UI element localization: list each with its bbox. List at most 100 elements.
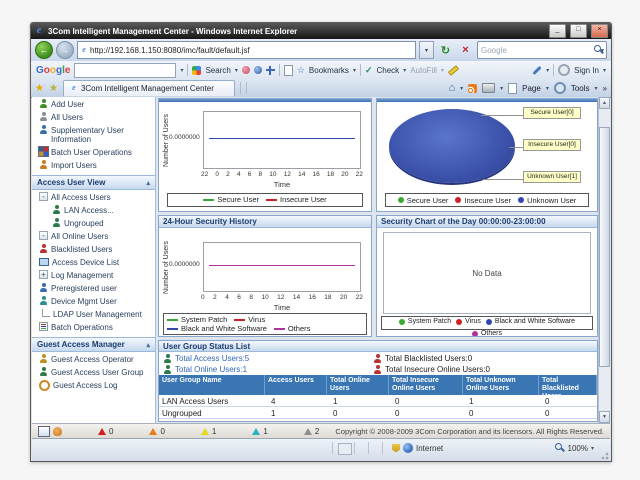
address-dropdown-button[interactable]: ▾ — [419, 41, 434, 59]
sidebar-item-lan-access[interactable]: LAN Access... — [32, 203, 155, 216]
minimize-button[interactable]: _ — [549, 24, 566, 38]
stat-total-access-users[interactable]: Total Access Users:5 — [163, 353, 373, 364]
search-box[interactable]: ▾ — [477, 41, 607, 59]
toolbar-round-icon[interactable] — [242, 66, 250, 74]
toolbar-settings-wrench-icon[interactable] — [532, 65, 541, 74]
tree-minus-icon[interactable] — [39, 231, 48, 240]
address-field[interactable]: e — [77, 41, 416, 59]
toolbar-globe-icon[interactable] — [254, 66, 262, 74]
table-cell: 0 — [463, 407, 539, 419]
tree-plus-icon[interactable] — [39, 270, 48, 279]
google-search-history-caret-icon[interactable]: ▾ — [180, 67, 183, 74]
alarm-minor[interactable]: 1 — [201, 427, 216, 436]
chevron-up-icon[interactable]: ▴ — [146, 179, 150, 187]
table-cell: 0 — [539, 395, 597, 407]
sidebar-item-all-access-users[interactable]: All Access Users — [32, 190, 155, 203]
section-header-guest-access-manager[interactable]: Guest Access Manager ▴ — [32, 337, 155, 352]
autofill-button[interactable]: AutoFill — [410, 66, 437, 75]
alarm-info[interactable]: 2 — [304, 427, 319, 436]
sidebar-item-log-management[interactable]: Log Management — [32, 268, 155, 281]
bookmarks-button[interactable]: Bookmarks — [309, 66, 349, 75]
stop-button[interactable]: × — [457, 42, 474, 59]
search-caret-icon[interactable]: ▾ — [235, 67, 238, 74]
page-menu-button[interactable]: Page — [522, 84, 541, 93]
alarm-critical[interactable]: 0 — [98, 427, 113, 436]
check-caret-icon[interactable]: ▾ — [403, 67, 406, 74]
page-caret-icon[interactable]: ▾ — [546, 85, 549, 92]
sidebar-item-guest-access-log[interactable]: Guest Access Log — [32, 378, 155, 392]
sidebar-item-device-mgmt-user[interactable]: Device Mgmt User — [32, 294, 155, 307]
tree-minus-icon[interactable] — [39, 192, 48, 201]
favorites-star-icon[interactable]: ★ — [35, 83, 44, 94]
print-icon[interactable] — [482, 83, 495, 93]
forward-button[interactable]: → — [56, 41, 74, 59]
back-button[interactable]: ← — [35, 41, 53, 59]
tools-caret-icon[interactable]: ▾ — [595, 85, 598, 92]
table-cell-group-name[interactable]: Ungrouped — [159, 407, 265, 419]
sidebar-item-blacklisted-users[interactable]: Blacklisted Users — [32, 242, 155, 255]
sidebar-item-all-users[interactable]: All Users — [32, 110, 155, 123]
search-input[interactable] — [478, 46, 594, 55]
google-search-input[interactable] — [74, 63, 176, 78]
table-cell: 0 — [389, 407, 463, 419]
pie-unknown-user-slice — [389, 109, 515, 183]
stat-total-online-users[interactable]: Total Online Users:1 — [163, 364, 373, 375]
restore-button[interactable]: □ — [570, 24, 587, 38]
close-button[interactable]: × — [591, 24, 608, 38]
signin-caret-icon[interactable]: ▾ — [603, 67, 606, 74]
resize-grip[interactable] — [598, 449, 609, 460]
sidebar-item-all-online-users[interactable]: All Online Users — [32, 229, 155, 242]
highlighter-icon[interactable] — [448, 65, 460, 76]
window-titlebar[interactable]: e 3Com Intelligent Management Center - W… — [31, 23, 611, 39]
pointer-hand-icon[interactable] — [53, 427, 62, 436]
sidebar-item-ldap-user-management[interactable]: LDAP User Management — [32, 307, 155, 320]
bookmarks-caret-icon[interactable]: ▾ — [353, 67, 356, 74]
tools-menu-button[interactable]: Tools — [571, 84, 590, 93]
x-tick: 14 — [293, 294, 300, 301]
sidebar-item-supplementary-user-information[interactable]: Supplementary User Information — [32, 123, 155, 145]
search-magnifier-icon[interactable] — [594, 45, 599, 55]
section-header-access-user-view[interactable]: Access User View ▴ — [32, 175, 155, 190]
home-caret-icon[interactable]: ▾ — [460, 85, 463, 92]
settings-caret-icon[interactable]: ▾ — [546, 67, 549, 74]
status-separator — [354, 442, 355, 454]
sidebar-item-batch-operations[interactable]: Batch Operations — [32, 320, 155, 333]
sidebar-item-preregistered-user[interactable]: Preregistered user — [32, 281, 155, 294]
zoom-caret-icon[interactable]: ▾ — [591, 445, 594, 452]
print-caret-icon[interactable]: ▾ — [500, 85, 503, 92]
home-icon[interactable]: ⌂ — [448, 83, 455, 94]
refresh-button[interactable]: ↻ — [437, 42, 454, 59]
security-zone[interactable]: Internet — [392, 443, 443, 453]
alarm-warning[interactable]: 1 — [252, 427, 267, 436]
sidebar-item-add-user[interactable]: Add User — [32, 97, 155, 110]
alarm-major[interactable]: 0 — [149, 427, 164, 436]
scrollbar-thumb[interactable] — [599, 127, 610, 367]
table-cell-group-name[interactable]: LAN Access Users — [159, 395, 265, 407]
add-favorite-star-icon[interactable]: ★ — [49, 83, 58, 94]
toolbar-plus-icon[interactable] — [266, 66, 275, 75]
legend-label: Secure User — [217, 195, 259, 204]
toolbar-overflow-button[interactable]: » — [603, 84, 607, 93]
sidebar-item-batch-user-operations[interactable]: Batch User Operations — [32, 145, 155, 158]
sidebar-item-ungrouped[interactable]: Ungrouped — [32, 216, 155, 229]
url-input[interactable] — [90, 46, 413, 55]
signin-button[interactable]: Sign In — [574, 66, 599, 75]
report-window-icon[interactable] — [38, 426, 50, 437]
sidebar-item-guest-access-operator[interactable]: Guest Access Operator — [32, 352, 155, 365]
user-stat-icon — [163, 354, 172, 363]
scroll-down-button[interactable]: ▼ — [599, 411, 610, 423]
sidebar-item-import-users[interactable]: Import Users — [32, 158, 155, 171]
check-button[interactable]: Check — [377, 66, 400, 75]
content-scrollbar[interactable]: ▲ ▼ — [598, 97, 610, 423]
google-search-button[interactable]: Search — [205, 66, 230, 75]
send-page-icon[interactable] — [284, 65, 293, 76]
page-favicon: e — [80, 46, 88, 54]
sidebar-item-guest-access-user-group[interactable]: Guest Access User Group — [32, 365, 155, 378]
scroll-up-button[interactable]: ▲ — [599, 97, 610, 109]
sidebar-item-access-device-list[interactable]: Access Device List — [32, 255, 155, 268]
tab-3com-imc[interactable]: e 3Com Intelligent Management Center — [63, 80, 235, 97]
zoom-control[interactable]: 100% ▾ — [555, 443, 594, 453]
chevron-up-icon[interactable]: ▴ — [146, 341, 150, 349]
rss-feed-icon[interactable] — [468, 84, 477, 93]
status-separator — [332, 442, 333, 454]
